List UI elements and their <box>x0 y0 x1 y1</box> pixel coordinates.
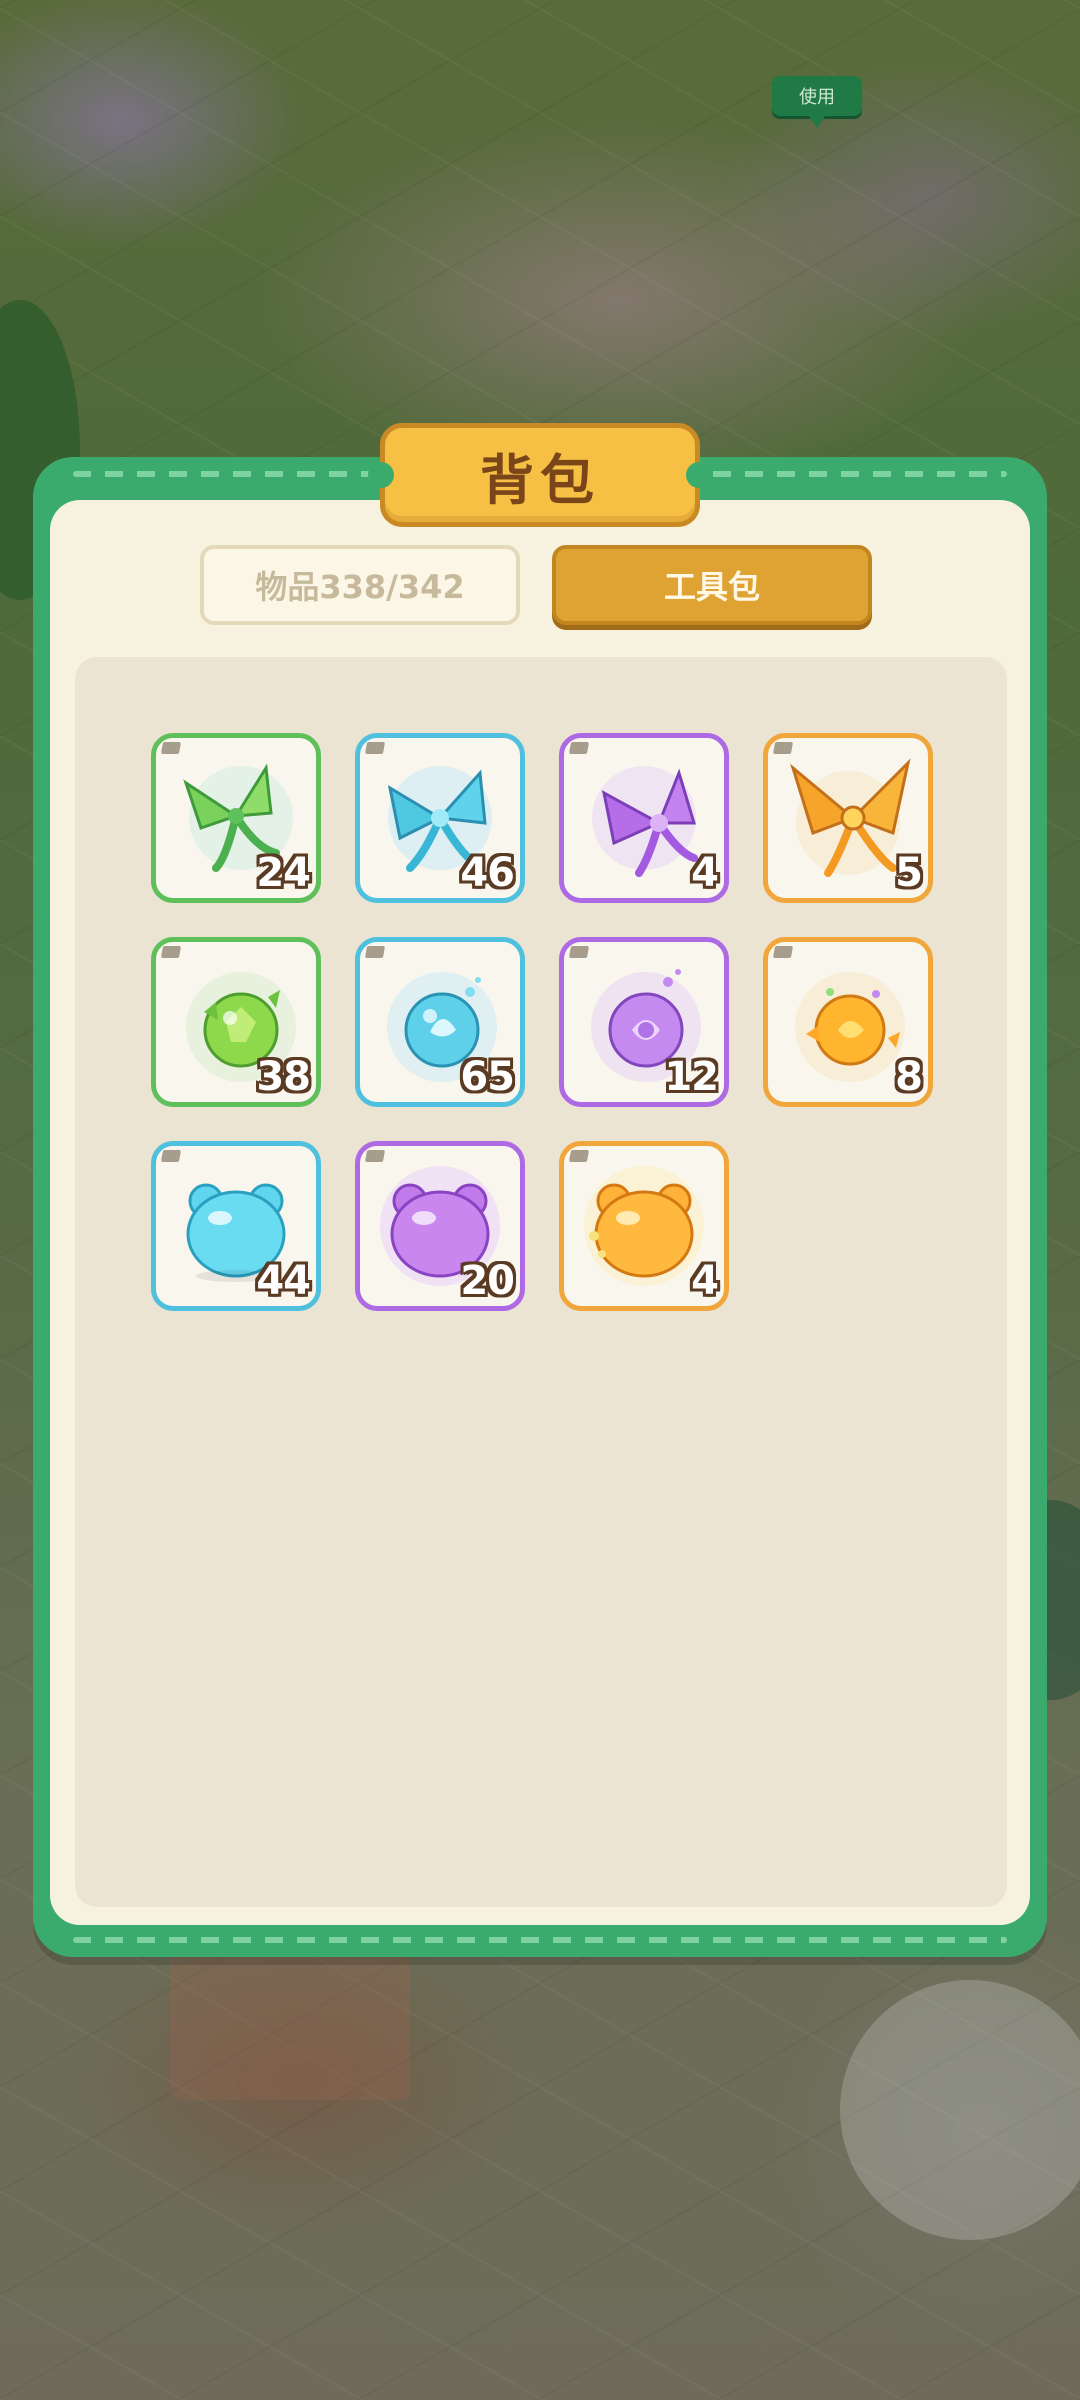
item-count: 4 <box>691 1258 719 1304</box>
inventory-slot[interactable]: 44 <box>151 1141 321 1311</box>
tab-items-label: 物品338/342 <box>255 568 465 606</box>
inventory-slot[interactable]: 38 <box>151 937 321 1107</box>
tab-items[interactable]: 物品338/342 <box>200 545 520 625</box>
inventory-slot[interactable]: 20 <box>355 1141 525 1311</box>
house-silhouette <box>170 1950 410 2100</box>
inventory-grid: 24 46 4 5 38 65 12 8 44 20 4 <box>75 657 1007 1907</box>
item-count: 38 <box>256 1054 311 1100</box>
page-title: 背包 <box>480 448 600 512</box>
item-count: 5 <box>895 850 923 896</box>
item-count: 24 <box>256 850 311 896</box>
item-count: 44 <box>256 1258 311 1304</box>
tab-toolkit-label: 工具包 <box>663 568 760 606</box>
use-button[interactable]: 使用 <box>772 76 862 128</box>
inventory-slot[interactable]: 65 <box>355 937 525 1107</box>
item-count: 12 <box>664 1054 719 1100</box>
item-count: 20 <box>460 1258 515 1304</box>
item-count: 46 <box>460 850 515 896</box>
inventory-slot[interactable]: 4 <box>559 1141 729 1311</box>
inventory-slot[interactable]: 5 <box>763 733 933 903</box>
inventory-slot[interactable]: 24 <box>151 733 321 903</box>
item-count: 4 <box>691 850 719 896</box>
backpack-title-plate: 背包 <box>368 423 712 527</box>
inventory-slot[interactable]: 12 <box>559 937 729 1107</box>
inventory-slot[interactable]: 8 <box>763 937 933 1107</box>
tab-toolkit[interactable]: 工具包 <box>552 545 872 625</box>
inventory-slot[interactable]: 46 <box>355 733 525 903</box>
use-button-label: 使用 <box>799 87 835 108</box>
item-count: 8 <box>895 1054 923 1100</box>
item-count: 65 <box>460 1054 515 1100</box>
tree-silhouette <box>840 1980 1080 2240</box>
inventory-slot[interactable]: 4 <box>559 733 729 903</box>
